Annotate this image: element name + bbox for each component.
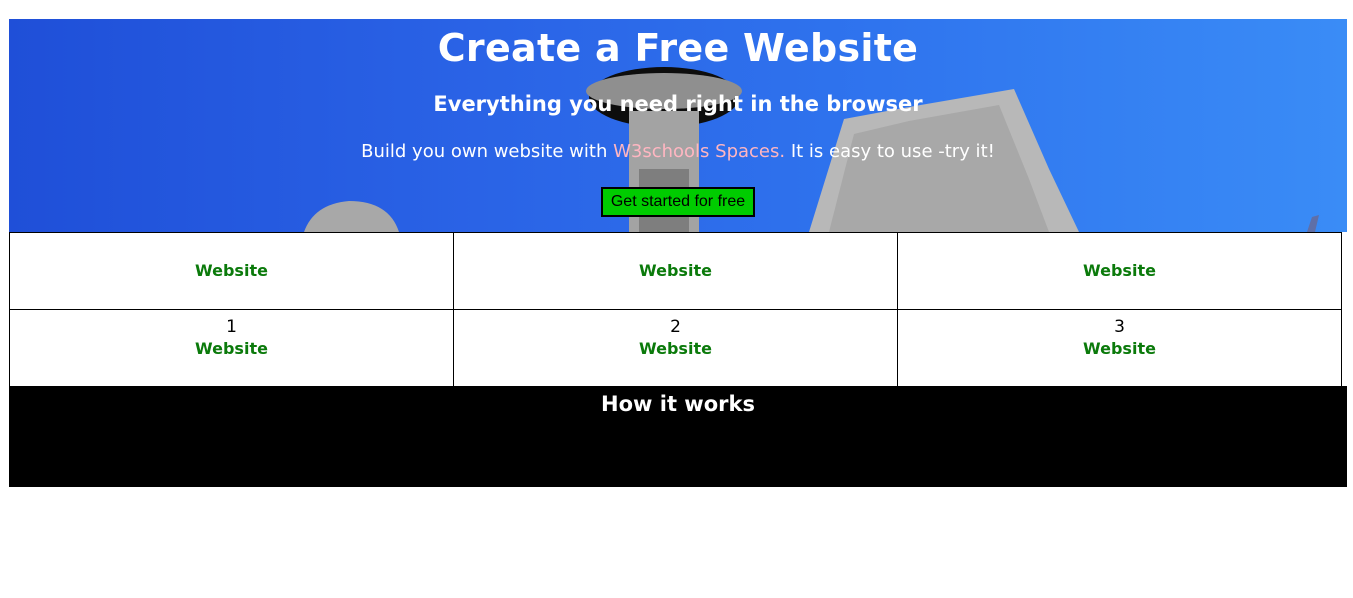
website-link[interactable]: Website — [195, 338, 268, 360]
how-it-works-section: How it works — [9, 386, 1347, 487]
page: Create a Free Website Everything you nee… — [9, 19, 1347, 487]
grid-cell: Website — [897, 232, 1342, 310]
grid-cell: 2 Website — [453, 309, 898, 387]
cell-number: 1 — [226, 317, 237, 337]
grid-cell: Website — [9, 232, 454, 310]
grid-cell: 1 Website — [9, 309, 454, 387]
hero-content: Create a Free Website Everything you nee… — [9, 19, 1347, 217]
hero-subtitle: Everything you need right in the browser — [433, 92, 923, 116]
website-link[interactable]: Website — [1083, 260, 1156, 282]
website-link[interactable]: Website — [195, 260, 268, 282]
website-link[interactable]: Website — [639, 338, 712, 360]
hero-section: Create a Free Website Everything you nee… — [9, 19, 1347, 232]
website-link[interactable]: Website — [639, 260, 712, 282]
hero-text-after: It is easy to use -try it! — [785, 141, 995, 162]
brand-name: W3schools Spaces. — [613, 141, 786, 162]
how-it-works-title: How it works — [601, 392, 755, 416]
hero-description: Build you own website with W3schools Spa… — [9, 117, 1347, 163]
hero-title: Create a Free Website — [437, 26, 919, 70]
cell-number: 3 — [1114, 317, 1125, 337]
cell-number: 2 — [670, 317, 681, 337]
website-grid: Website Website Website 1 Website 2 Webs… — [9, 232, 1342, 387]
grid-cell: 3 Website — [897, 309, 1342, 387]
get-started-button[interactable]: Get started for free — [600, 187, 756, 217]
website-link[interactable]: Website — [1083, 338, 1156, 360]
grid-cell: Website — [453, 232, 898, 310]
hero-text-before: Build you own website with — [361, 141, 614, 162]
